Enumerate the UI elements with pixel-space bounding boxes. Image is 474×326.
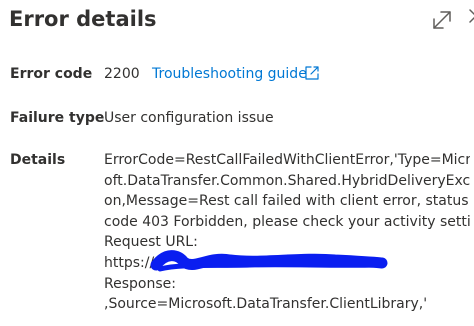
failure-type-value: User configuration issue — [104, 110, 274, 126]
failure-type-label: Failure type — [10, 110, 105, 126]
details-line: on,Message=Rest call failed with client … — [104, 193, 469, 210]
details-line: Response: — [104, 275, 176, 292]
panel-title: Error details — [9, 7, 157, 31]
details-line: oft.DataTransfer.Common.Shared.HybridDel… — [104, 172, 470, 189]
details-text: ErrorCode=RestCallFailedWithClientError,… — [104, 150, 470, 315]
close-icon[interactable] — [468, 8, 474, 24]
error-code-label: Error code — [10, 66, 93, 82]
error-code-value: 2200 — [104, 66, 140, 82]
external-link-icon[interactable] — [304, 65, 320, 81]
details-line: Request URL: — [104, 234, 198, 251]
details-line: ,Source=Microsoft.DataTransfer.ClientLib… — [104, 296, 428, 313]
details-label: Details — [10, 152, 66, 168]
error-details-panel: Error details Error code 2200 Troublesho… — [0, 0, 474, 326]
details-line: https:// — [104, 254, 155, 271]
troubleshooting-guide-link[interactable]: Troubleshooting guide — [152, 64, 307, 84]
details-line: ErrorCode=RestCallFailedWithClientError,… — [104, 152, 470, 168]
details-line: code 403 Forbidden, please check your ac… — [104, 213, 470, 230]
expand-icon[interactable] — [430, 8, 454, 32]
